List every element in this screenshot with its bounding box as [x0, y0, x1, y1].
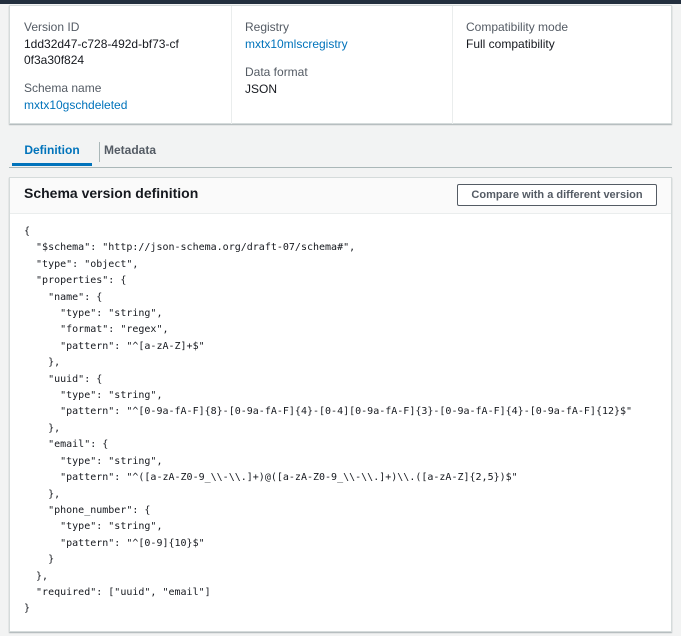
registry-link[interactable]: mxtx10mlscregistry — [245, 36, 348, 52]
compatibility-mode-value: Full compatibility — [466, 37, 555, 51]
compatibility-mode-field: Compatibility mode Full compatibility — [466, 19, 568, 52]
schema-definition-code: { "$schema": "http://json-schema.org/dra… — [24, 226, 633, 615]
tab-definition[interactable]: Definition — [12, 139, 92, 166]
compatibility-mode-label: Compatibility mode — [466, 20, 569, 34]
data-format-label: Data format — [245, 65, 308, 79]
schema-definition-panel: Schema version definition Compare with a… — [9, 177, 672, 632]
details-column-3: Compatibility mode Full compatibility — [452, 6, 673, 124]
version-id-value: 1dd32d47-c728-492d-bf73-cf0f3a30f824 — [24, 37, 179, 67]
top-navigation-bar — [0, 0, 681, 4]
data-format-value: JSON — [245, 82, 278, 96]
schema-name-link[interactable]: mxtx10gschdeleted — [24, 97, 127, 113]
schema-name-field: Schema name mxtx10gschdeleted — [24, 80, 127, 113]
data-format-field: Data format JSON — [245, 64, 308, 97]
compare-version-button[interactable]: Compare with a different version — [457, 184, 657, 206]
schema-name-label: Schema name — [24, 81, 102, 95]
tab-divider — [99, 142, 100, 162]
details-column-1: Version ID 1dd32d47-c728-492d-bf73-cf0f3… — [10, 6, 230, 124]
version-id-label: Version ID — [24, 20, 80, 34]
tab-metadata[interactable]: Metadata — [102, 139, 158, 166]
panel-header: Schema version definition Compare with a… — [10, 178, 671, 214]
schema-version-tabs: Definition Metadata — [9, 139, 672, 168]
details-column-2: Registry mxtx10mlscregistry Data format … — [231, 6, 452, 124]
panel-title: Schema version definition — [24, 185, 199, 201]
schema-version-details: Version ID 1dd32d47-c728-492d-bf73-cf0f3… — [9, 5, 672, 124]
version-id-field: Version ID 1dd32d47-c728-492d-bf73-cf0f3… — [24, 19, 184, 68]
registry-field: Registry mxtx10mlscregistry — [245, 19, 348, 52]
registry-label: Registry — [245, 20, 290, 34]
